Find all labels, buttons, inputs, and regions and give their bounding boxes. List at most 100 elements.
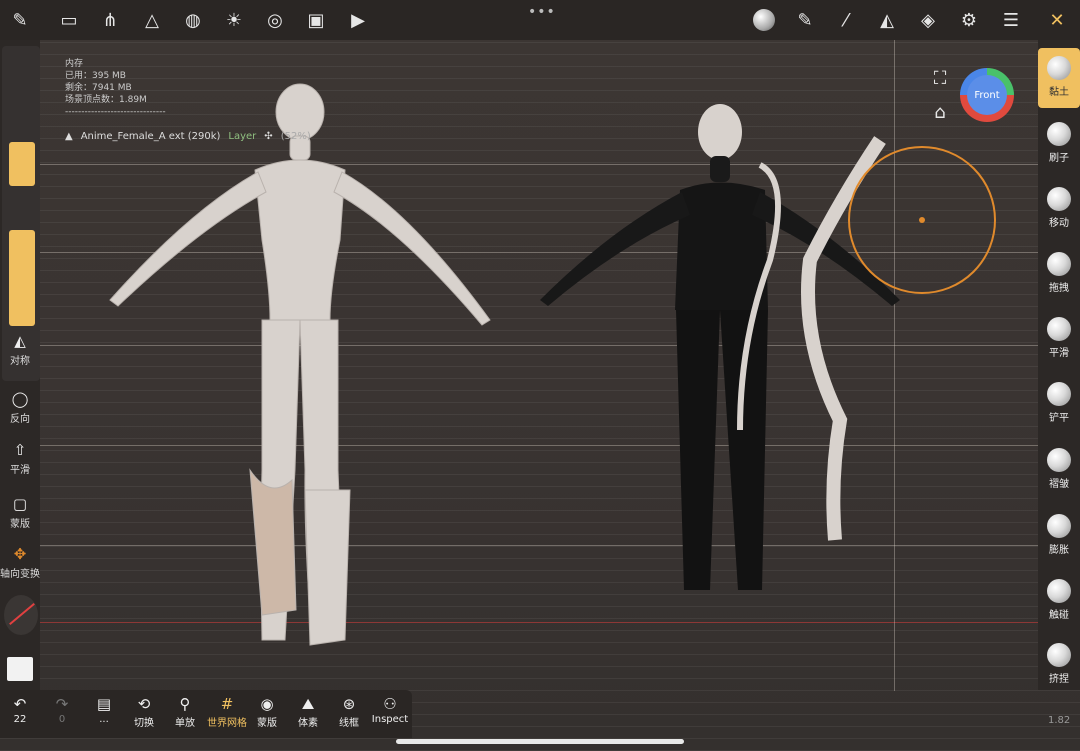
invert-button[interactable]: ◯ 反向 bbox=[0, 390, 40, 425]
gizmo-label: 轴向变换 bbox=[0, 569, 40, 580]
brush-logo-icon[interactable]: ✎ bbox=[8, 8, 32, 32]
memory-remaining: 剩余：7941 MB bbox=[65, 83, 132, 93]
folder-icon[interactable]: ▭ bbox=[57, 8, 81, 32]
book-icon: ▤ bbox=[96, 695, 112, 713]
object-name[interactable]: Anime_Female_A ext (290k) bbox=[81, 131, 221, 142]
tools-icon[interactable]: ✕ bbox=[1045, 8, 1069, 32]
tool-pinch[interactable]: 挤捏 bbox=[1038, 643, 1080, 685]
layers-icon[interactable]: ◈ bbox=[916, 8, 940, 32]
voxel-button[interactable]: ⛰ 体素 bbox=[288, 694, 328, 729]
mask-label: 蒙版 bbox=[10, 519, 30, 530]
tool-touch[interactable]: 触碰 bbox=[1038, 579, 1080, 621]
toggle-button[interactable]: ⟲ 切换 bbox=[124, 694, 164, 729]
gizmo-button[interactable]: ✥ 轴向变换 bbox=[0, 545, 40, 580]
undo-count: 22 bbox=[13, 714, 27, 725]
solo-label: 单放 bbox=[175, 718, 195, 729]
bottom-toolbar: ↶ 22 ↷ 0 ▤ ... ⟲ 切换 ⚲ 单放 # 世界网格 ◉ 蒙版 ⛰ 体… bbox=[0, 690, 412, 738]
inspect-label: Inspect bbox=[371, 714, 409, 725]
pipette-icon[interactable]: ⁄ bbox=[834, 8, 858, 32]
home-icon[interactable]: ⌂ bbox=[928, 100, 952, 124]
inspect-button[interactable]: ⚇ Inspect bbox=[370, 694, 410, 725]
layer-name[interactable]: Layer bbox=[228, 131, 256, 142]
view-cube-face[interactable]: Front bbox=[967, 75, 1007, 115]
tool-label: 挤捏 bbox=[1049, 674, 1069, 685]
toggle-label: 切换 bbox=[134, 718, 154, 729]
world-grid-label: 世界网格 bbox=[207, 718, 247, 729]
smooth-button[interactable]: ⇧ 平滑 bbox=[0, 441, 40, 476]
toggle-icon: ⟲ bbox=[137, 695, 151, 713]
tool-inflate[interactable]: 膨胀 bbox=[1038, 514, 1080, 556]
crease-icon bbox=[1047, 448, 1071, 472]
corner-number: 1.82 bbox=[1048, 715, 1071, 726]
video-icon[interactable]: ▶ bbox=[346, 8, 370, 32]
scene-vertices: 场景顶点数：1.89M bbox=[65, 95, 147, 105]
memory-used: 已用：395 MB bbox=[65, 71, 126, 81]
color-swatch[interactable] bbox=[7, 657, 33, 681]
symmetry-button[interactable]: ◭ 对称 bbox=[0, 332, 40, 367]
tool-label: 铲平 bbox=[1049, 413, 1069, 424]
more-menu[interactable]: ••• bbox=[528, 4, 556, 20]
left-panel: ◭ 对称 ◯ 反向 ⇧ 平滑 ▢ 蒙版 ✥ 轴向变换 bbox=[0, 40, 40, 690]
symmetry-icon[interactable]: ◭ bbox=[875, 8, 899, 32]
top-toolbar: ✎ ▭ ⋔ △ ◍ ☀ ◎ ▣ ▶ ••• ✎ ⁄ ◭ ◈ ⚙ ☰ ✕ bbox=[0, 0, 1080, 40]
mask-icon: ▢ bbox=[12, 495, 28, 513]
invert-label: 反向 bbox=[10, 414, 30, 425]
sphere-icon[interactable]: ◍ bbox=[181, 8, 205, 32]
tool-label: 平滑 bbox=[1049, 348, 1069, 359]
figure-right bbox=[540, 104, 900, 590]
intensity-slider[interactable] bbox=[9, 230, 35, 326]
smooth-icon: ⇧ bbox=[13, 441, 27, 459]
layer-line[interactable]: ▲ Anime_Female_A ext (290k) Layer ✣ (52%… bbox=[65, 131, 311, 142]
touch-icon bbox=[1047, 579, 1071, 603]
redo-button[interactable]: ↷ 0 bbox=[42, 694, 82, 725]
tool-smooth[interactable]: 平滑 bbox=[1038, 317, 1080, 359]
stroke-preview[interactable] bbox=[4, 595, 38, 635]
voxel-icon: ⛰ bbox=[301, 695, 315, 713]
tool-label: 刷子 bbox=[1049, 153, 1069, 164]
tool-label: 膨胀 bbox=[1049, 545, 1069, 556]
move-icon bbox=[1047, 187, 1071, 211]
tool-move[interactable]: 移动 bbox=[1038, 187, 1080, 229]
solo-button[interactable]: ⚲ 单放 bbox=[165, 694, 205, 729]
search-icon: ⚲ bbox=[179, 695, 191, 713]
tool-label: 触碰 bbox=[1049, 610, 1069, 621]
tool-crease[interactable]: 褶皱 bbox=[1038, 448, 1080, 490]
inspect-icon: ⚇ bbox=[383, 695, 397, 713]
menu-button[interactable]: ▤ ... bbox=[84, 694, 124, 725]
mask-button[interactable]: ▢ 蒙版 bbox=[0, 495, 40, 530]
radius-slider[interactable] bbox=[9, 142, 35, 186]
tool-flatten[interactable]: 铲平 bbox=[1038, 382, 1080, 424]
mesh-icon[interactable]: △ bbox=[140, 8, 164, 32]
memory-info: 内存 已用：395 MB 剩余：7941 MB 场景顶点数：1.89M ----… bbox=[65, 58, 166, 118]
drag-icon bbox=[1047, 252, 1071, 276]
sliders-icon[interactable]: ☰ bbox=[999, 8, 1023, 32]
mesh-icon: ▲ bbox=[65, 131, 73, 142]
image-icon[interactable]: ▣ bbox=[304, 8, 328, 32]
settings-icon[interactable]: ⚙ bbox=[957, 8, 981, 32]
gizmo-icon: ✥ bbox=[13, 545, 27, 563]
tool-label: 褶皱 bbox=[1049, 479, 1069, 490]
smooth-icon bbox=[1047, 317, 1071, 341]
matcap-icon[interactable] bbox=[752, 8, 776, 32]
pen-icon[interactable]: ✎ bbox=[793, 8, 817, 32]
view-cube[interactable]: Front bbox=[960, 68, 1014, 122]
material-icon[interactable]: ◎ bbox=[263, 8, 287, 32]
wireframe-button[interactable]: ⊛ 线框 bbox=[329, 694, 369, 729]
light-icon[interactable]: ☀ bbox=[222, 8, 246, 32]
mask-view-button[interactable]: ◉ 蒙版 bbox=[247, 694, 287, 729]
world-grid-button[interactable]: # 世界网格 bbox=[204, 694, 250, 729]
drop-icon: ◯ bbox=[11, 390, 29, 408]
tool-label: 移动 bbox=[1049, 218, 1069, 229]
share-icon[interactable]: ⋔ bbox=[98, 8, 122, 32]
tool-clay[interactable]: 黏土 bbox=[1038, 48, 1080, 108]
tool-brush[interactable]: 刷子 bbox=[1038, 122, 1080, 164]
fullscreen-icon[interactable]: ⛶ bbox=[928, 66, 952, 90]
pinch-icon bbox=[1047, 643, 1071, 667]
tool-drag[interactable]: 拖拽 bbox=[1038, 252, 1080, 294]
tool-panel: 黏土 刷子 移动 拖拽 平滑 铲平 褶皱 膨胀 触碰 挤捏 bbox=[1038, 40, 1080, 690]
redo-icon: ↷ bbox=[55, 695, 69, 713]
undo-button[interactable]: ↶ 22 bbox=[0, 694, 40, 725]
home-indicator[interactable] bbox=[396, 739, 684, 744]
inflate-icon bbox=[1047, 514, 1071, 538]
brush-icon bbox=[1047, 122, 1071, 146]
